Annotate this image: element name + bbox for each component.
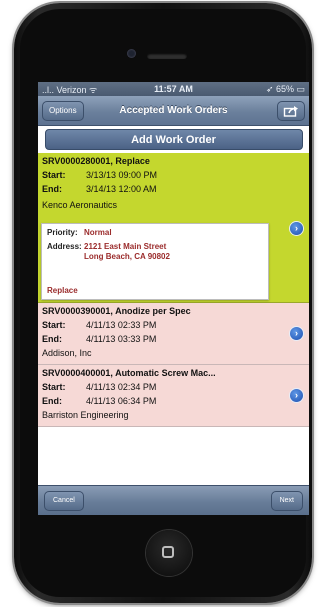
add-work-order-button[interactable]: Add Work Order [44, 129, 303, 150]
status-time: 11:57 AM [154, 84, 193, 94]
work-order-detail-card: Priority: Normal Address: 2121 East Main S… [41, 223, 269, 300]
end-label: End: [42, 334, 62, 344]
company-name: Addison, Inc [42, 348, 92, 358]
address-label: Address: [47, 242, 82, 251]
start-label: Start: [42, 382, 66, 392]
options-button[interactable]: Options [42, 100, 84, 121]
priority-value: Normal [84, 228, 112, 237]
app-screen: ..l.. Verizon ᯤ 11:57 AM ➶ 65% ▭ Options… [38, 82, 309, 515]
earpiece-speaker [147, 53, 187, 59]
end-row: End: 4/11/13 06:34 PM [42, 396, 305, 406]
home-square-icon [162, 546, 174, 558]
end-row: End: 3/14/13 12:00 AM [42, 184, 305, 194]
start-row: Start: 3/13/13 09:00 PM [42, 170, 305, 180]
address-line-2: Long Beach, CA 90802 [84, 252, 170, 261]
work-order-item[interactable]: SRV0000280001, Replace Start: 3/13/13 09:… [38, 153, 309, 303]
work-order-item[interactable]: SRV0000390001, Anodize per Spec Start: 4/… [38, 303, 309, 365]
start-label: Start: [42, 320, 66, 330]
address-line-1: 2121 East Main Street [84, 242, 167, 251]
battery-indicator: ➶ 65% ▭ [265, 83, 306, 94]
disclosure-chevron-icon[interactable]: › [290, 222, 303, 235]
carrier-signal: ..l.. Verizon ᯤ [42, 84, 98, 95]
end-value: 3/14/13 12:00 AM [86, 184, 157, 194]
cancel-button-label: Cancel [53, 497, 75, 504]
work-order-title: SRV0000390001, Anodize per Spec [42, 306, 191, 316]
add-work-order-bar: Add Work Order [38, 126, 309, 153]
end-row: End: 4/11/13 03:33 PM [42, 334, 305, 344]
front-camera [127, 49, 136, 58]
work-order-title: SRV0000280001, Replace [42, 156, 150, 166]
share-icon [283, 105, 298, 117]
end-value: 4/11/13 06:34 PM [86, 396, 157, 406]
work-order-title: SRV0000400001, Automatic Screw Mac... [42, 368, 216, 378]
company-name: Barriston Engineering [42, 410, 129, 420]
next-button[interactable]: Next [270, 490, 303, 511]
options-button-label: Options [49, 106, 77, 115]
status-bar: ..l.. Verizon ᯤ 11:57 AM ➶ 65% ▭ [38, 82, 309, 96]
priority-label: Priority: [47, 228, 78, 237]
company-name: Kenco Aeronautics [42, 200, 118, 210]
end-value: 4/11/13 03:33 PM [86, 334, 157, 344]
start-row: Start: 4/11/13 02:34 PM [42, 382, 305, 392]
cancel-button[interactable]: Cancel [44, 490, 84, 511]
disclosure-chevron-icon[interactable]: › [290, 389, 303, 402]
share-button[interactable] [277, 100, 305, 121]
add-work-order-label: Add Work Order [131, 133, 216, 146]
next-button-label: Next [279, 497, 294, 504]
end-label: End: [42, 184, 62, 194]
disclosure-chevron-icon[interactable]: › [290, 327, 303, 340]
home-button[interactable] [146, 530, 192, 576]
navigation-bar: Options Accepted Work Orders [38, 96, 309, 126]
start-label: Start: [42, 170, 66, 180]
start-value: 4/11/13 02:33 PM [86, 320, 157, 330]
start-value: 4/11/13 02:34 PM [86, 382, 157, 392]
bottom-toolbar: Cancel Next [38, 485, 309, 515]
start-row: Start: 4/11/13 02:33 PM [42, 320, 305, 330]
end-label: End: [42, 396, 62, 406]
start-value: 3/13/13 09:00 PM [86, 170, 158, 180]
work-order-note: Replace [47, 286, 78, 295]
work-order-item[interactable]: SRV0000400001, Automatic Screw Mac... St… [38, 365, 309, 427]
